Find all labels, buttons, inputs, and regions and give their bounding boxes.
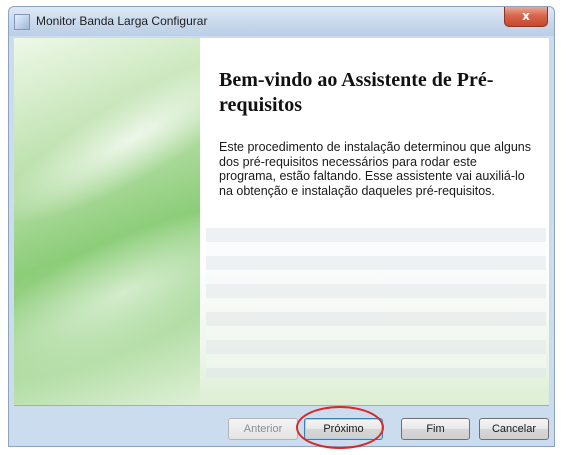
app-icon: [14, 14, 30, 30]
title-bar[interactable]: Monitor Banda Larga Configurar x: [8, 6, 555, 36]
redacted-prerequisite-list: [206, 228, 546, 378]
wizard-description: Este procedimento de instalação determin…: [219, 140, 532, 198]
wizard-banner-image: [14, 38, 200, 405]
cancel-button[interactable]: Cancelar: [479, 418, 549, 440]
close-button[interactable]: x: [504, 7, 548, 27]
previous-button[interactable]: Anterior: [228, 418, 298, 440]
installer-window: Monitor Banda Larga Configurar x Bem-vin…: [0, 0, 567, 455]
button-bar-divider: [14, 405, 549, 406]
window-title: Monitor Banda Larga Configurar: [36, 14, 208, 28]
finish-button[interactable]: Fim: [401, 418, 470, 440]
next-button[interactable]: Próximo: [304, 418, 383, 440]
wizard-heading: Bem-vindo ao Assistente de Pré-requisito…: [219, 69, 494, 116]
